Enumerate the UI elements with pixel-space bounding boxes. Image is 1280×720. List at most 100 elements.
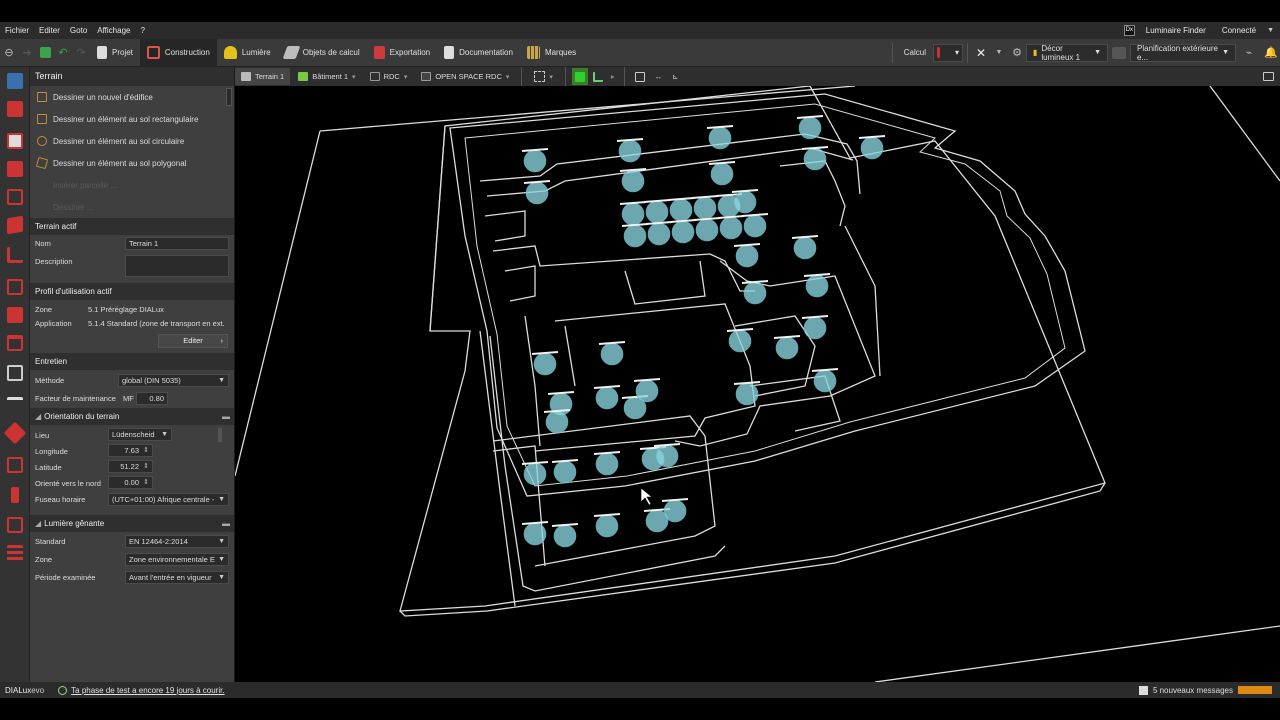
- tab-batiment[interactable]: Bâtiment 1 ▾: [292, 68, 361, 85]
- next-view-button[interactable]: ▸: [608, 68, 618, 85]
- calculate-button[interactable]: Calcul: [897, 39, 933, 67]
- account-menu[interactable]: Connecté: [1217, 26, 1261, 35]
- luminaire-symbol: [773, 335, 801, 360]
- terrain-tool-icon[interactable]: [7, 133, 23, 149]
- action-list: Dessiner un nouvel d'édifice Dessiner un…: [30, 86, 234, 218]
- wall-tool-icon[interactable]: [7, 247, 23, 263]
- close-icon[interactable]: ✕: [972, 39, 990, 67]
- building-tool-icon[interactable]: [7, 161, 23, 177]
- tab-terrain[interactable]: Terrain 1: [235, 68, 291, 85]
- view-3d-toggle[interactable]: [571, 68, 588, 85]
- chevron-down-icon[interactable]: ▾: [352, 73, 356, 81]
- zone-value: 5.1 Préréglage DIALux: [88, 305, 164, 314]
- method-select[interactable]: global (DIN 5035) ▼: [118, 374, 229, 387]
- minimize-icon[interactable]: ▬: [222, 515, 230, 532]
- draw-rect-ground-action[interactable]: Dessiner un élément au sol rectangulaire: [30, 108, 234, 130]
- bell-icon[interactable]: 🔔: [1262, 39, 1280, 67]
- trial-notice-link[interactable]: Ta phase de test a encore 19 jours à cou…: [58, 685, 225, 695]
- minimize-icon[interactable]: ▬: [222, 408, 230, 425]
- chevron-down-icon[interactable]: ▾: [506, 73, 510, 81]
- menu-fichier[interactable]: Fichier: [0, 26, 34, 35]
- cut-tool-icon[interactable]: [7, 457, 23, 473]
- period-select[interactable]: Avant l'entrée en vigueur ▼: [125, 571, 229, 584]
- maintenance-factor-input[interactable]: 0.80: [136, 392, 168, 405]
- tab-exportation[interactable]: Exportation: [367, 39, 437, 67]
- undo-icon[interactable]: ↶: [54, 39, 72, 67]
- menu-editer[interactable]: Editer: [34, 26, 65, 35]
- storey-tool-icon[interactable]: [7, 189, 23, 205]
- latitude-input[interactable]: 51.22 ⇕: [108, 460, 153, 473]
- scene-options-icon[interactable]: [1108, 39, 1130, 67]
- longitude-input[interactable]: 7.63 ⇕: [108, 444, 153, 457]
- roof-tool-icon[interactable]: [7, 335, 23, 351]
- tab-documentation[interactable]: Documentation: [437, 39, 520, 67]
- luminaire-finder-link[interactable]: Luminaire Finder: [1141, 26, 1211, 35]
- measure-button[interactable]: ↔: [651, 68, 667, 85]
- planning-select[interactable]: Planification extérieure e... ▼: [1130, 43, 1236, 62]
- view-plan-toggle[interactable]: [590, 68, 606, 85]
- zoom-extents-button[interactable]: [631, 68, 649, 85]
- timezone-select[interactable]: (UTC+01:00) Afrique centrale - ▼: [108, 493, 229, 506]
- luminaire-symbol: [551, 459, 579, 484]
- chevron-down-icon[interactable]: ▾: [404, 73, 408, 81]
- layers-tool-icon[interactable]: [7, 545, 23, 561]
- wireframe-scene[interactable]: [235, 86, 1280, 682]
- screen-tool-icon[interactable]: [7, 517, 23, 533]
- chevron-down-icon[interactable]: ▼: [990, 39, 1008, 67]
- building-inner-wall: [779, 160, 846, 227]
- forward-icon[interactable]: ➜: [18, 39, 36, 67]
- column-tool-icon[interactable]: [11, 487, 19, 503]
- save-icon[interactable]: [36, 39, 54, 67]
- redo-icon[interactable]: ↷: [72, 39, 90, 67]
- edit-profile-button[interactable]: Editer ›: [158, 334, 228, 348]
- collapse-icon[interactable]: ◢: [35, 412, 41, 421]
- door-tool-icon[interactable]: [7, 279, 23, 295]
- chevron-down-icon[interactable]: ▼: [1267, 27, 1274, 34]
- name-input[interactable]: Terrain 1: [125, 237, 229, 250]
- light-scene-select[interactable]: ▮ Décor lumineux 1 ▼: [1026, 43, 1108, 62]
- draw-building-action[interactable]: Dessiner un nouvel d'édifice: [30, 86, 234, 108]
- back-icon[interactable]: ⊖: [0, 39, 18, 67]
- north-input[interactable]: 0.00 ⇕: [108, 476, 153, 489]
- pdf-icon[interactable]: [7, 101, 23, 117]
- gear-icon[interactable]: ⚙: [1008, 39, 1026, 67]
- messages-area[interactable]: 5 nouveaux messages: [1138, 685, 1280, 695]
- draw-polygon-ground-action[interactable]: Dessiner un élément au sol polygonal: [30, 152, 234, 174]
- panel-scrollbar[interactable]: [218, 428, 222, 442]
- 3d-viewport[interactable]: [235, 86, 1280, 682]
- tab-lumiere[interactable]: Lumière: [217, 39, 278, 67]
- tab-construction[interactable]: Construction: [139, 38, 217, 67]
- tab-projet[interactable]: Projet: [90, 39, 140, 67]
- draw-circle-ground-action[interactable]: Dessiner un élément au sol circulaire: [30, 130, 234, 152]
- glare-zone-select[interactable]: Zone environnementale E ▼: [125, 553, 229, 566]
- window-tool-icon[interactable]: [7, 307, 23, 323]
- tab-objets-calcul[interactable]: Objets de calcul: [278, 39, 367, 67]
- construction-icon: [146, 46, 160, 59]
- calc-mode-select[interactable]: ▾: [933, 43, 963, 62]
- standard-select[interactable]: EN 12464-2:2014 ▼: [125, 535, 229, 548]
- project-icon: [97, 46, 107, 59]
- tab-open-space[interactable]: OPEN SPACE RDC ▾: [415, 68, 515, 85]
- material-tool-icon[interactable]: [3, 421, 27, 445]
- menu-goto[interactable]: Goto: [65, 26, 92, 35]
- object-tool-icon[interactable]: [7, 365, 23, 381]
- tab-rdc[interactable]: RDC ▾: [364, 68, 414, 85]
- eraser-icon[interactable]: ⌁: [1236, 39, 1262, 67]
- mf-prefix: MF: [123, 394, 134, 403]
- selection-tool[interactable]: ▾: [528, 68, 559, 85]
- tab-marques[interactable]: Marques: [520, 39, 583, 67]
- table-tool-icon[interactable]: [7, 397, 23, 413]
- export-icon: [373, 46, 385, 59]
- snap-button[interactable]: ⊾: [668, 68, 682, 85]
- menu-affichage[interactable]: Affichage: [92, 26, 135, 35]
- display-options-button[interactable]: [1257, 68, 1280, 85]
- room-tool-icon[interactable]: [7, 215, 23, 235]
- panel-scrollbar[interactable]: [226, 88, 232, 106]
- left-tool-bar: [0, 67, 30, 682]
- building-inner-wall: [844, 225, 881, 377]
- collapse-icon[interactable]: ◢: [35, 519, 41, 528]
- dwg-icon[interactable]: [7, 73, 23, 89]
- place-select[interactable]: Lüdenscheid ▼: [108, 428, 172, 441]
- description-input[interactable]: [125, 255, 229, 277]
- menu-help[interactable]: ?: [135, 26, 149, 35]
